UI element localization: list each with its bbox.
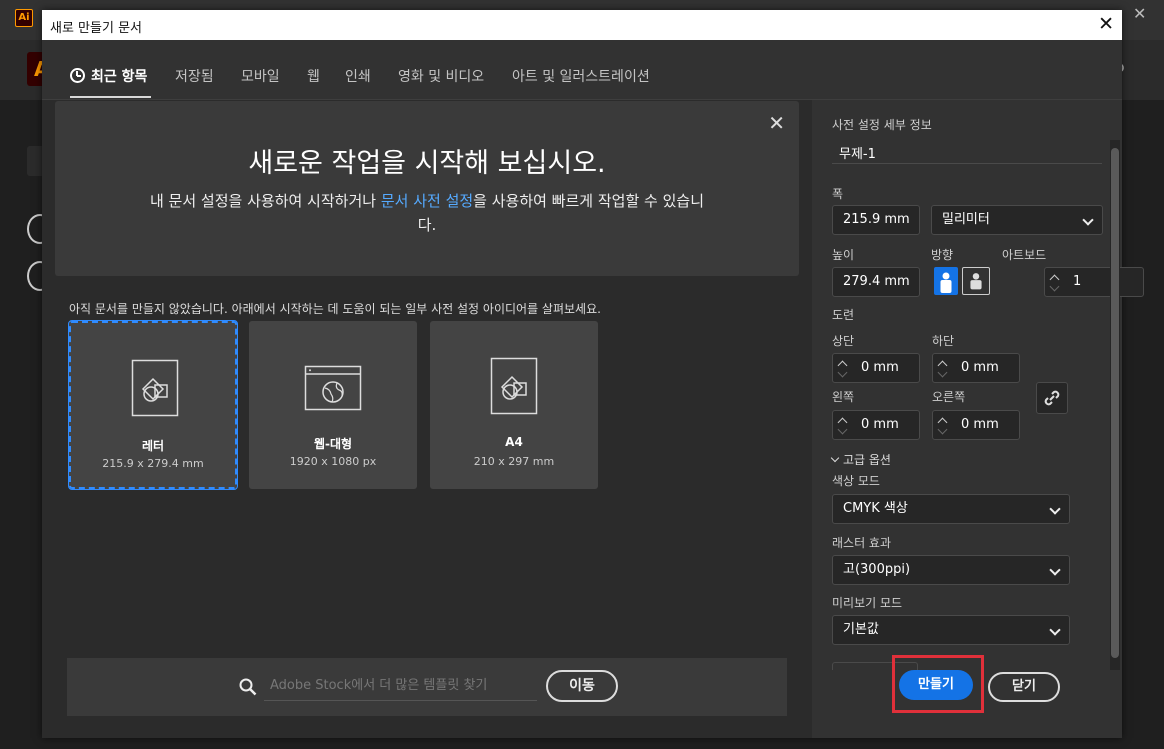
- stock-search-bar: 이동: [67, 658, 787, 716]
- raster-effects-dropdown[interactable]: 고(300ppi): [832, 555, 1070, 585]
- stock-go-button[interactable]: 이동: [546, 670, 618, 702]
- step-down-icon[interactable]: [937, 424, 948, 435]
- landscape-orientation-button[interactable]: [962, 267, 990, 295]
- tab-art-illustration[interactable]: 아트 및 일러스트레이션: [512, 66, 650, 86]
- preset-size: 210 x 297 mm: [473, 455, 555, 468]
- width-label: 폭: [832, 187, 844, 201]
- step-down-icon[interactable]: [837, 367, 848, 378]
- create-button[interactable]: 만들기: [899, 670, 973, 700]
- link-icon: [1044, 390, 1060, 406]
- preset-card-web-large[interactable]: 웹-대형 1920 x 1080 px: [249, 321, 417, 489]
- chevron-down-icon: [830, 453, 840, 463]
- orientation-label: 방향: [931, 248, 954, 262]
- tab-film-video[interactable]: 영화 및 비디오: [398, 66, 484, 86]
- color-mode-label: 색상 모드: [832, 474, 880, 488]
- preset-details-title: 사전 설정 세부 정보: [832, 118, 932, 132]
- preview-mode-label: 미리보기 모드: [832, 596, 903, 610]
- link-bleed-button[interactable]: [1036, 382, 1068, 414]
- preview-mode-dropdown[interactable]: 기본값: [832, 615, 1070, 645]
- new-document-dialog: 새로 만들기 문서 ✕ 최근 항목 저장됨 모바일 웹 인쇄 영화 및 비디오 …: [42, 10, 1144, 738]
- advanced-options-toggle[interactable]: 고급 옵션: [830, 451, 891, 468]
- artboard-stepper[interactable]: [1047, 267, 1065, 297]
- raster-effects-label: 래스터 효과: [832, 536, 892, 550]
- bleed-bottom-label: 하단: [932, 334, 955, 348]
- portrait-icon: [940, 272, 952, 293]
- preset-card-a4[interactable]: A4 210 x 297 mm: [430, 321, 598, 489]
- chevron-down-icon: [1049, 503, 1061, 515]
- step-down-icon[interactable]: [1049, 281, 1060, 292]
- tab-mobile[interactable]: 모바일: [241, 66, 280, 86]
- tab-web[interactable]: 웹: [307, 66, 320, 86]
- portrait-orientation-button[interactable]: [934, 267, 958, 295]
- bleed-top-label: 상단: [832, 334, 855, 348]
- illustrator-logo-icon: Ai: [15, 9, 33, 27]
- details-scrollbar[interactable]: [1110, 140, 1120, 670]
- banner-title: 새로운 작업을 시작해 보십시오.: [248, 148, 606, 179]
- search-icon: [239, 678, 257, 696]
- chevron-down-icon: [1082, 214, 1094, 226]
- banner-close-icon[interactable]: ✕: [768, 111, 785, 135]
- bleed-left-stepper[interactable]: [835, 410, 853, 440]
- scrollbar-thumb[interactable]: [1111, 148, 1119, 658]
- step-down-icon[interactable]: [937, 367, 948, 378]
- bleed-top-stepper[interactable]: [835, 353, 853, 383]
- banner-description: 내 문서 설정을 사용하여 시작하거나 문서 사전 설정을 사용하여 빠르게 작…: [149, 192, 705, 234]
- clock-icon: [70, 68, 85, 83]
- height-label: 높이: [832, 248, 855, 262]
- color-mode-dropdown[interactable]: CMYK 색상: [832, 494, 1070, 524]
- stock-search-input[interactable]: [264, 671, 537, 701]
- landscape-icon: [970, 273, 982, 290]
- document-name-field[interactable]: 무제-1: [832, 136, 1102, 164]
- bleed-left-label: 왼쪽: [832, 390, 855, 404]
- preset-name: 웹-대형: [313, 437, 353, 451]
- tab-saved[interactable]: 저장됨: [175, 66, 214, 86]
- presets-pane: ✕ 새로운 작업을 시작해 보십시오. 내 문서 설정을 사용하여 시작하거나 …: [42, 100, 812, 738]
- document-icon: [131, 359, 179, 417]
- bleed-label: 도련: [832, 308, 855, 322]
- tab-recent[interactable]: 최근 항목: [70, 66, 147, 86]
- dialog-close-icon[interactable]: ✕: [1098, 13, 1114, 35]
- unit-dropdown[interactable]: 밀리미터: [931, 205, 1103, 235]
- welcome-banner: ✕ 새로운 작업을 시작해 보십시오. 내 문서 설정을 사용하여 시작하거나 …: [55, 101, 799, 276]
- preset-name: 레터: [141, 439, 165, 453]
- dialog-title: 새로 만들기 문서: [50, 21, 142, 36]
- chevron-down-icon: [1049, 564, 1061, 576]
- category-tabs: 최근 항목 저장됨 모바일 웹 인쇄 영화 및 비디오 아트 및 일러스트레이션: [42, 40, 1122, 100]
- chevron-down-icon: [1049, 624, 1061, 636]
- close-button[interactable]: 닫기: [988, 672, 1060, 702]
- document-presets-link[interactable]: 문서 사전 설정: [381, 192, 473, 210]
- web-icon: [304, 365, 362, 411]
- artboard-label: 아트보드: [1002, 248, 1047, 262]
- active-tab-indicator: [70, 96, 151, 98]
- step-down-icon[interactable]: [837, 424, 848, 435]
- bleed-bottom-stepper[interactable]: [935, 353, 953, 383]
- preset-size: 215.9 x 279.4 mm: [102, 457, 204, 470]
- preset-size: 1920 x 1080 px: [289, 455, 377, 468]
- tab-print[interactable]: 인쇄: [345, 66, 371, 86]
- preset-name: A4: [505, 435, 523, 449]
- presets-hint: 아직 문서를 만들지 않았습니다. 아래에서 시작하는 데 도움이 되는 일부 …: [69, 302, 601, 316]
- preset-card-letter[interactable]: 레터 215.9 x 279.4 mm: [68, 320, 238, 490]
- bleed-right-label: 오른쪽: [932, 390, 966, 404]
- bleed-right-stepper[interactable]: [935, 410, 953, 440]
- height-input[interactable]: 279.4 mm: [832, 267, 920, 297]
- dialog-titlebar: 새로 만들기 문서 ✕: [42, 10, 1122, 40]
- preset-details-panel: 사전 설정 세부 정보 무제-1 폭 215.9 mm 밀리미터 높이 방향 아…: [812, 100, 1144, 738]
- width-input[interactable]: 215.9 mm: [832, 205, 920, 235]
- document-icon: [490, 357, 538, 415]
- app-close-icon[interactable]: ✕: [1133, 4, 1146, 23]
